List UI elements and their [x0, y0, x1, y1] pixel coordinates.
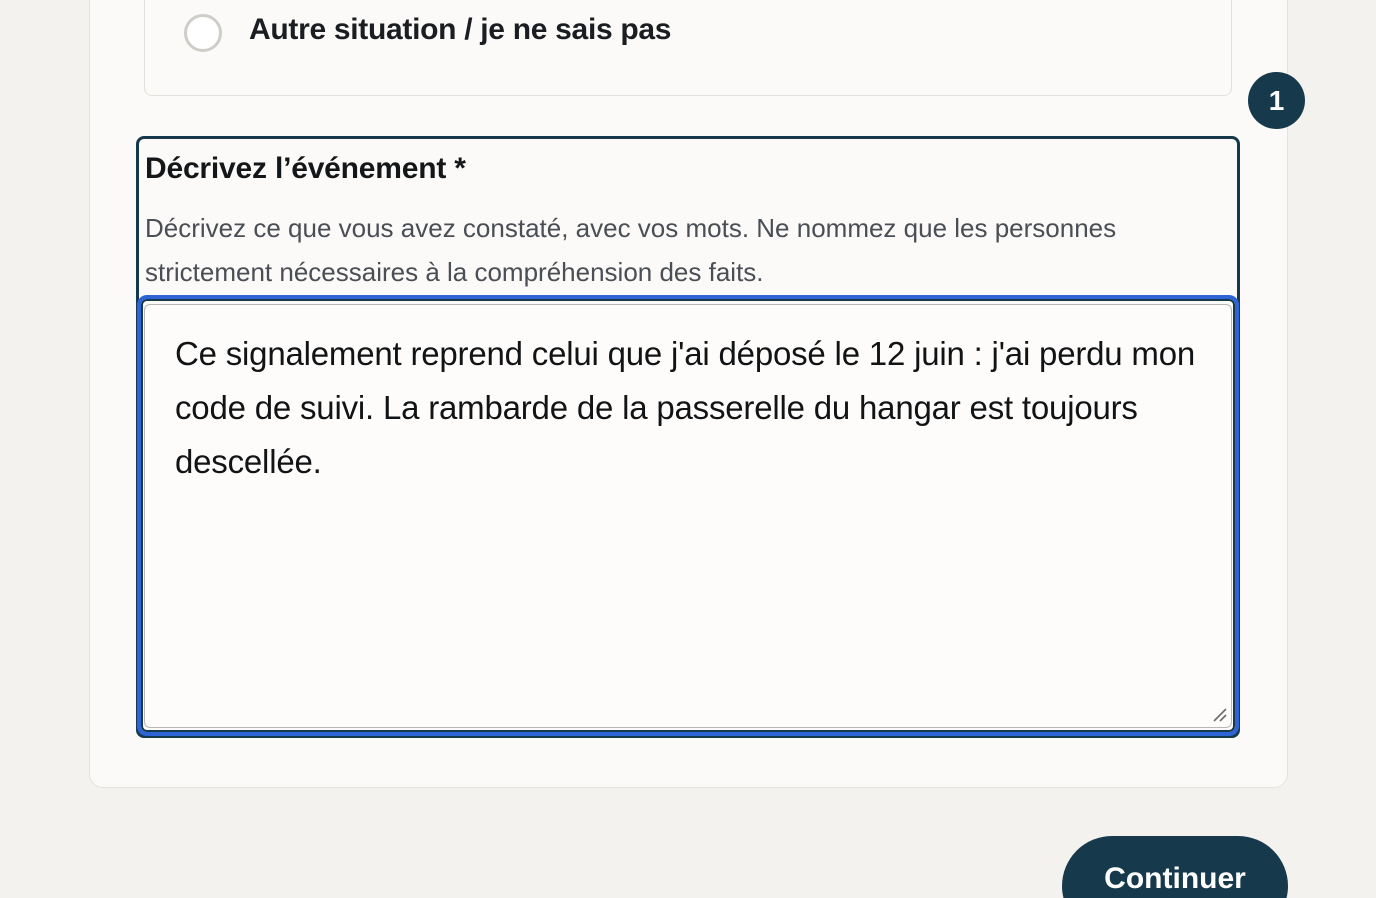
step-badge: 1 — [1248, 72, 1305, 129]
situation-option-label[interactable]: Autre situation / je ne sais pas — [249, 13, 672, 47]
event-description-textarea[interactable]: Ce signalement reprend celui que j'ai dé… — [144, 304, 1232, 728]
event-description-help: Décrivez ce que vous avez constaté, avec… — [145, 213, 1117, 287]
continue-button[interactable]: Continuer — [1062, 836, 1288, 898]
resize-handle-icon[interactable] — [1210, 705, 1228, 723]
event-description-title: Décrivez l’événement * — [145, 152, 466, 185]
report-form-page: Autre situation / je ne sais pas 1 Décri… — [0, 0, 1376, 898]
radio-button[interactable] — [184, 14, 222, 52]
